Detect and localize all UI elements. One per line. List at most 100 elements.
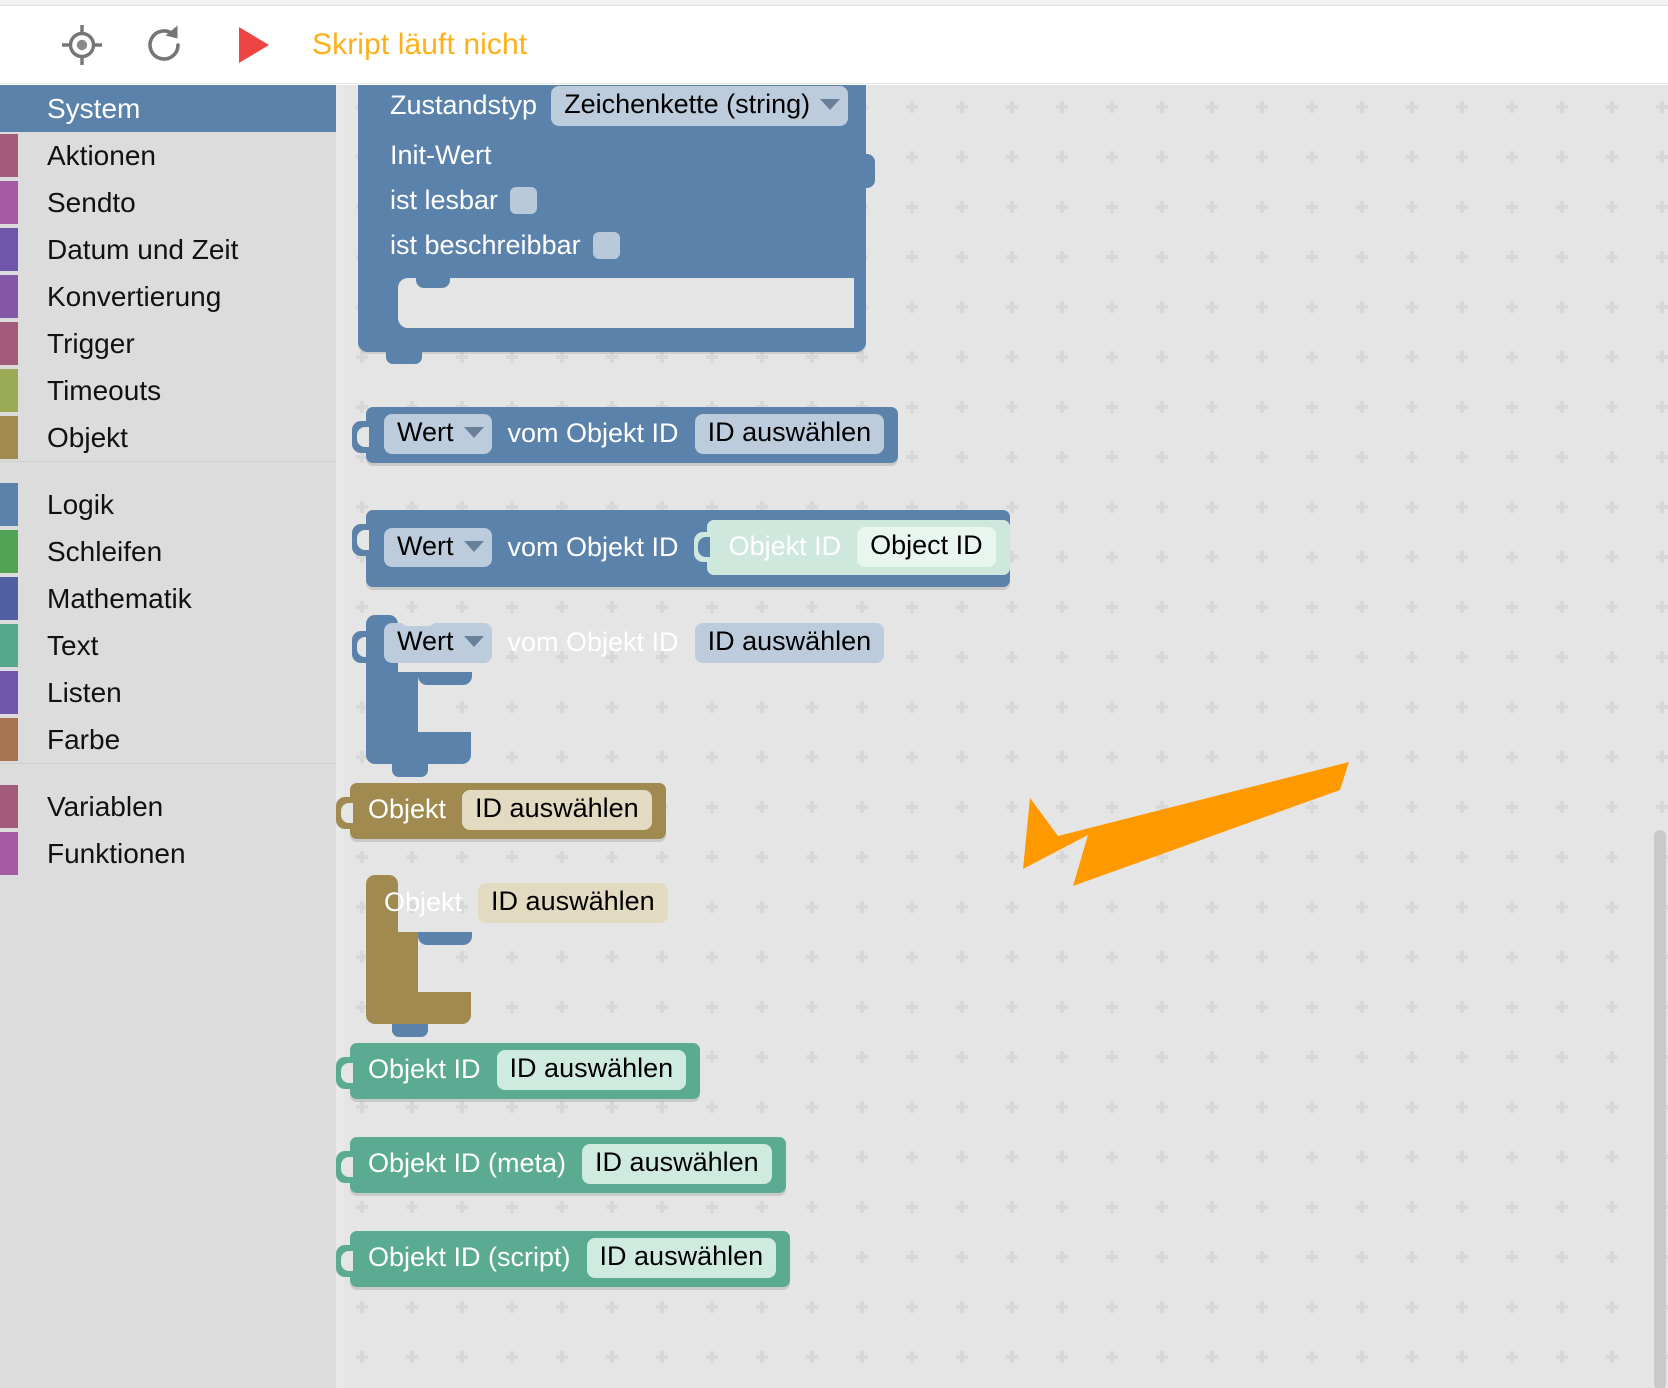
sidebar-item-label: Text — [47, 629, 99, 661]
block-objekt-1[interactable]: Objekt ID auswählen — [336, 783, 666, 839]
category-color-swatch — [0, 275, 18, 318]
block-body[interactable]: Objekt ID (meta) ID auswählen — [350, 1137, 786, 1193]
block-body[interactable]: Objekt ID auswählen — [366, 875, 668, 932]
category-sidebar[interactable]: System Aktionen Sendto Datum und Zeit Ko… — [0, 85, 336, 1388]
block-label-vom-objekt-id: vom Objekt ID — [507, 531, 679, 562]
category-color-swatch — [0, 832, 18, 875]
category-color-swatch — [0, 530, 18, 573]
dropdown-value: Wert — [397, 626, 454, 656]
workspace-left-gutter — [336, 85, 344, 1388]
block-statement-slot[interactable] — [398, 276, 854, 328]
block-row-init-wert: Init-Wert — [358, 133, 866, 178]
locate-icon[interactable] — [54, 17, 110, 73]
block-c-arm — [366, 931, 472, 992]
blockly-editor-window: Skript läuft nicht System Aktionen Sendt… — [0, 0, 1668, 1388]
sidebar-item-label: Farbe — [47, 723, 121, 755]
block-output-plug — [336, 1245, 353, 1277]
category-color-swatch — [0, 228, 18, 271]
block-field-id-auswaehlen[interactable]: ID auswählen — [694, 623, 885, 663]
nested-field-object-id[interactable]: Object ID — [857, 527, 996, 567]
block-objekt-id-meta[interactable]: Objekt ID (meta) ID auswählen — [336, 1137, 786, 1193]
block-dropdown-wert[interactable]: Wert — [384, 414, 492, 454]
block-body[interactable]: Wert vom Objekt ID ID auswählen — [366, 615, 885, 672]
checkbox-ist-beschreibbar[interactable] — [592, 231, 620, 259]
block-c-bottom — [366, 731, 471, 777]
block-body[interactable]: Objekt ID auswählen — [350, 783, 666, 839]
sidebar-item-system[interactable]: System — [0, 85, 336, 132]
sidebar-item-logik[interactable]: Logik — [0, 481, 336, 528]
sidebar-item-timeouts[interactable]: Timeouts — [0, 367, 336, 414]
sidebar-item-label: Konvertierung — [47, 280, 222, 312]
block-output-plug — [336, 1057, 353, 1089]
block-body[interactable]: Wert vom Objekt ID Objekt ID Object ID — [366, 510, 1010, 587]
sidebar-item-funktionen[interactable]: Funktionen — [0, 830, 336, 877]
block-foot — [358, 327, 866, 364]
sidebar-group-user: Variablen Funktionen — [0, 783, 336, 877]
sidebar-item-sendto[interactable]: Sendto — [0, 179, 336, 226]
block-dropdown-wert[interactable]: Wert — [384, 623, 492, 663]
sidebar-item-trigger[interactable]: Trigger — [0, 320, 336, 367]
block-output-plug — [352, 524, 369, 556]
sidebar-item-label: Objekt — [47, 421, 128, 453]
block-label-ist-lesbar: ist lesbar — [390, 184, 499, 215]
sidebar-item-datum-und-zeit[interactable]: Datum und Zeit — [0, 226, 336, 273]
block-label-vom-objekt-id: vom Objekt ID — [507, 627, 679, 658]
sidebar-item-aktionen[interactable]: Aktionen — [0, 132, 336, 179]
sidebar-item-label: Mathematik — [47, 582, 192, 614]
sidebar-item-mathematik[interactable]: Mathematik — [0, 575, 336, 622]
block-body[interactable]: Objekt ID ID auswählen — [350, 1043, 701, 1099]
play-icon[interactable] — [234, 17, 274, 73]
block-dropdown-wert[interactable]: Wert — [384, 527, 492, 568]
chevron-down-icon — [463, 636, 484, 648]
block-body[interactable]: Objekt ID (script) ID auswählen — [350, 1231, 791, 1287]
checkbox-ist-lesbar[interactable] — [510, 186, 538, 214]
sidebar-item-label: Trigger — [47, 327, 135, 359]
sidebar-item-konvertierung[interactable]: Konvertierung — [0, 273, 336, 320]
block-wert-vom-objekt-id-2[interactable]: Wert vom Objekt ID Objekt ID Object ID — [352, 510, 1010, 587]
sidebar-item-variablen[interactable]: Variablen — [0, 783, 336, 830]
nested-label: Objekt ID — [728, 531, 842, 562]
block-label-zustandstyp: Zustandstyp — [390, 90, 538, 121]
category-color-swatch — [0, 483, 18, 526]
block-field-id-auswaehlen[interactable]: ID auswählen — [496, 1050, 687, 1090]
toolbar: Skript läuft nicht — [0, 6, 1668, 84]
category-color-swatch — [0, 785, 18, 828]
chevron-down-icon — [820, 99, 841, 111]
workspace-vertical-scrollbar[interactable] — [1654, 830, 1666, 1388]
block-objekt-id-script[interactable]: Objekt ID (script) ID auswählen — [336, 1231, 791, 1287]
block-nested-objekt-id[interactable]: Objekt ID Object ID — [693, 520, 1010, 575]
category-color-swatch — [0, 87, 18, 130]
sidebar-item-schleifen[interactable]: Schleifen — [0, 528, 336, 575]
sidebar-item-text[interactable]: Text — [0, 622, 336, 669]
block-c-arm — [366, 671, 472, 732]
block-body[interactable]: Wert vom Objekt ID ID auswählen — [366, 407, 899, 463]
category-color-swatch — [0, 322, 18, 365]
block-label-objekt: Objekt — [368, 794, 447, 825]
block-field-id-auswaehlen[interactable]: ID auswählen — [462, 790, 652, 830]
category-color-swatch — [0, 134, 18, 177]
sidebar-item-listen[interactable]: Listen — [0, 669, 336, 716]
refresh-icon[interactable] — [136, 17, 192, 73]
category-color-swatch — [0, 671, 18, 714]
block-top-notch — [400, 615, 436, 626]
block-create-state[interactable]: Objekt ID js.0.state Zustandstyp Zeichen… — [358, 85, 875, 364]
sidebar-item-label: Datum und Zeit — [47, 233, 239, 265]
sidebar-item-label: Variablen — [47, 790, 164, 822]
sidebar-group-core: Logik Schleifen Mathematik Text Listen F… — [0, 481, 336, 763]
block-field-id-auswaehlen[interactable]: ID auswählen — [582, 1144, 772, 1184]
block-wert-vom-objekt-id-1[interactable]: Wert vom Objekt ID ID auswählen — [352, 407, 899, 463]
block-field-id-auswaehlen[interactable]: ID auswählen — [478, 883, 668, 923]
block-objekt-id[interactable]: Objekt ID ID auswählen — [336, 1043, 701, 1099]
sidebar-divider-2 — [0, 763, 336, 783]
block-field-id-auswaehlen[interactable]: ID auswählen — [586, 1238, 777, 1278]
sidebar-item-objekt[interactable]: Objekt — [0, 414, 336, 461]
blockly-workspace[interactable]: Objekt ID js.0.state Zustandstyp Zeichen… — [336, 85, 1668, 1388]
orange-arrow — [1023, 762, 1349, 886]
sidebar-item-label: Aktionen — [47, 139, 156, 171]
block-field-id-auswaehlen[interactable]: ID auswählen — [694, 414, 885, 454]
block-label-vom-objekt-id: vom Objekt ID — [507, 418, 679, 449]
block-dropdown-zustandstyp[interactable]: Zeichenkette (string) — [551, 86, 849, 126]
sidebar-item-farbe[interactable]: Farbe — [0, 716, 336, 763]
block-row-ist-beschreibbar: ist beschreibbar — [358, 223, 866, 268]
sidebar-item-label: Sendto — [47, 186, 136, 218]
